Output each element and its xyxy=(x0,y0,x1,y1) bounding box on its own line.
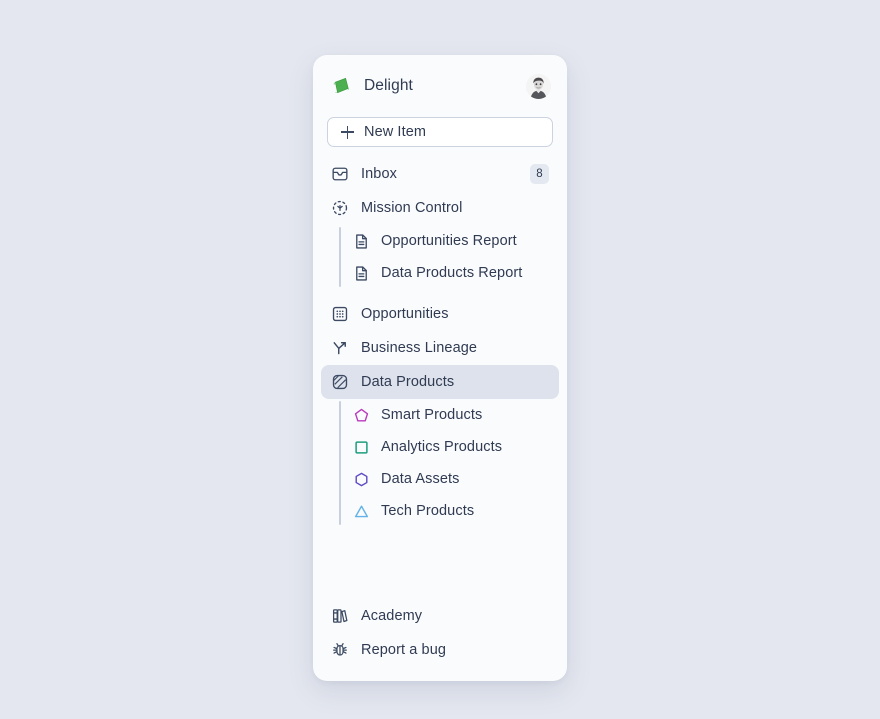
sidebar-item-label: Data Products xyxy=(361,374,455,390)
inbox-icon xyxy=(331,165,349,183)
sidebar-item-mission-control[interactable]: Mission Control xyxy=(321,191,559,225)
bug-icon xyxy=(331,641,349,659)
plus-icon xyxy=(341,125,354,139)
sidebar-item-label: Report a bug xyxy=(361,642,447,658)
sidebar-child-data-products-report[interactable]: Data Products Report xyxy=(343,257,559,289)
new-item-section: New Item xyxy=(313,101,567,147)
sidebar-panel: Delight New Item Inbox 8 Mission Control… xyxy=(313,55,567,681)
sidebar-item-inbox[interactable]: Inbox 8 xyxy=(321,157,559,191)
sidebar-item-label: Academy xyxy=(361,608,423,624)
sidebar-child-label: Tech Products xyxy=(381,503,475,519)
sidebar-item-business-lineage[interactable]: Business Lineage xyxy=(321,331,559,365)
sidebar-child-tech-products[interactable]: Tech Products xyxy=(343,495,559,527)
delight-leaf-logo-icon xyxy=(329,74,353,98)
sidebar-item-label: Business Lineage xyxy=(361,340,478,356)
sidebar-child-label: Opportunities Report xyxy=(381,233,517,249)
sidebar-item-academy[interactable]: Academy xyxy=(321,599,559,633)
sidebar-child-label: Data Assets xyxy=(381,471,460,487)
mission-control-children: Opportunities Report Data Products Repor… xyxy=(321,225,559,289)
sidebar-child-opportunities-report[interactable]: Opportunities Report xyxy=(343,225,559,257)
inbox-badge: 8 xyxy=(530,164,549,184)
triangle-icon xyxy=(353,503,370,520)
sidebar-child-label: Data Products Report xyxy=(381,265,523,281)
new-item-button[interactable]: New Item xyxy=(327,117,553,147)
sidebar-footer: Academy Report a bug xyxy=(313,599,567,681)
sidebar-item-opportunities[interactable]: Opportunities xyxy=(321,297,559,331)
sidebar-child-data-assets[interactable]: Data Assets xyxy=(343,463,559,495)
data-products-children: Smart Products Analytics Products Data A… xyxy=(321,399,559,527)
mission-control-icon xyxy=(331,199,349,217)
grid-dots-icon xyxy=(331,305,349,323)
sidebar-child-smart-products[interactable]: Smart Products xyxy=(343,399,559,431)
square-icon xyxy=(353,439,370,456)
sidebar-item-label: Mission Control xyxy=(361,200,463,216)
sidebar-nav: Inbox 8 Mission Control Opportunities Re… xyxy=(313,147,567,599)
app-title: Delight xyxy=(364,77,413,94)
document-icon xyxy=(353,265,370,282)
books-icon xyxy=(331,607,349,625)
new-item-label: New Item xyxy=(364,124,427,140)
document-icon xyxy=(353,233,370,250)
sidebar-item-report-a-bug[interactable]: Report a bug xyxy=(321,633,559,667)
lineage-branch-icon xyxy=(331,339,349,357)
hexagon-icon xyxy=(353,471,370,488)
brand[interactable]: Delight xyxy=(329,74,526,98)
sidebar-child-label: Smart Products xyxy=(381,407,483,423)
sidebar-child-label: Analytics Products xyxy=(381,439,503,455)
data-products-icon xyxy=(331,373,349,391)
sidebar-item-data-products[interactable]: Data Products xyxy=(321,365,559,399)
sidebar-header: Delight xyxy=(313,55,567,101)
sidebar-child-analytics-products[interactable]: Analytics Products xyxy=(343,431,559,463)
avatar[interactable] xyxy=(526,73,551,99)
sidebar-item-label: Opportunities xyxy=(361,306,449,322)
pentagon-icon xyxy=(353,407,370,424)
sidebar-item-label: Inbox xyxy=(361,166,397,182)
